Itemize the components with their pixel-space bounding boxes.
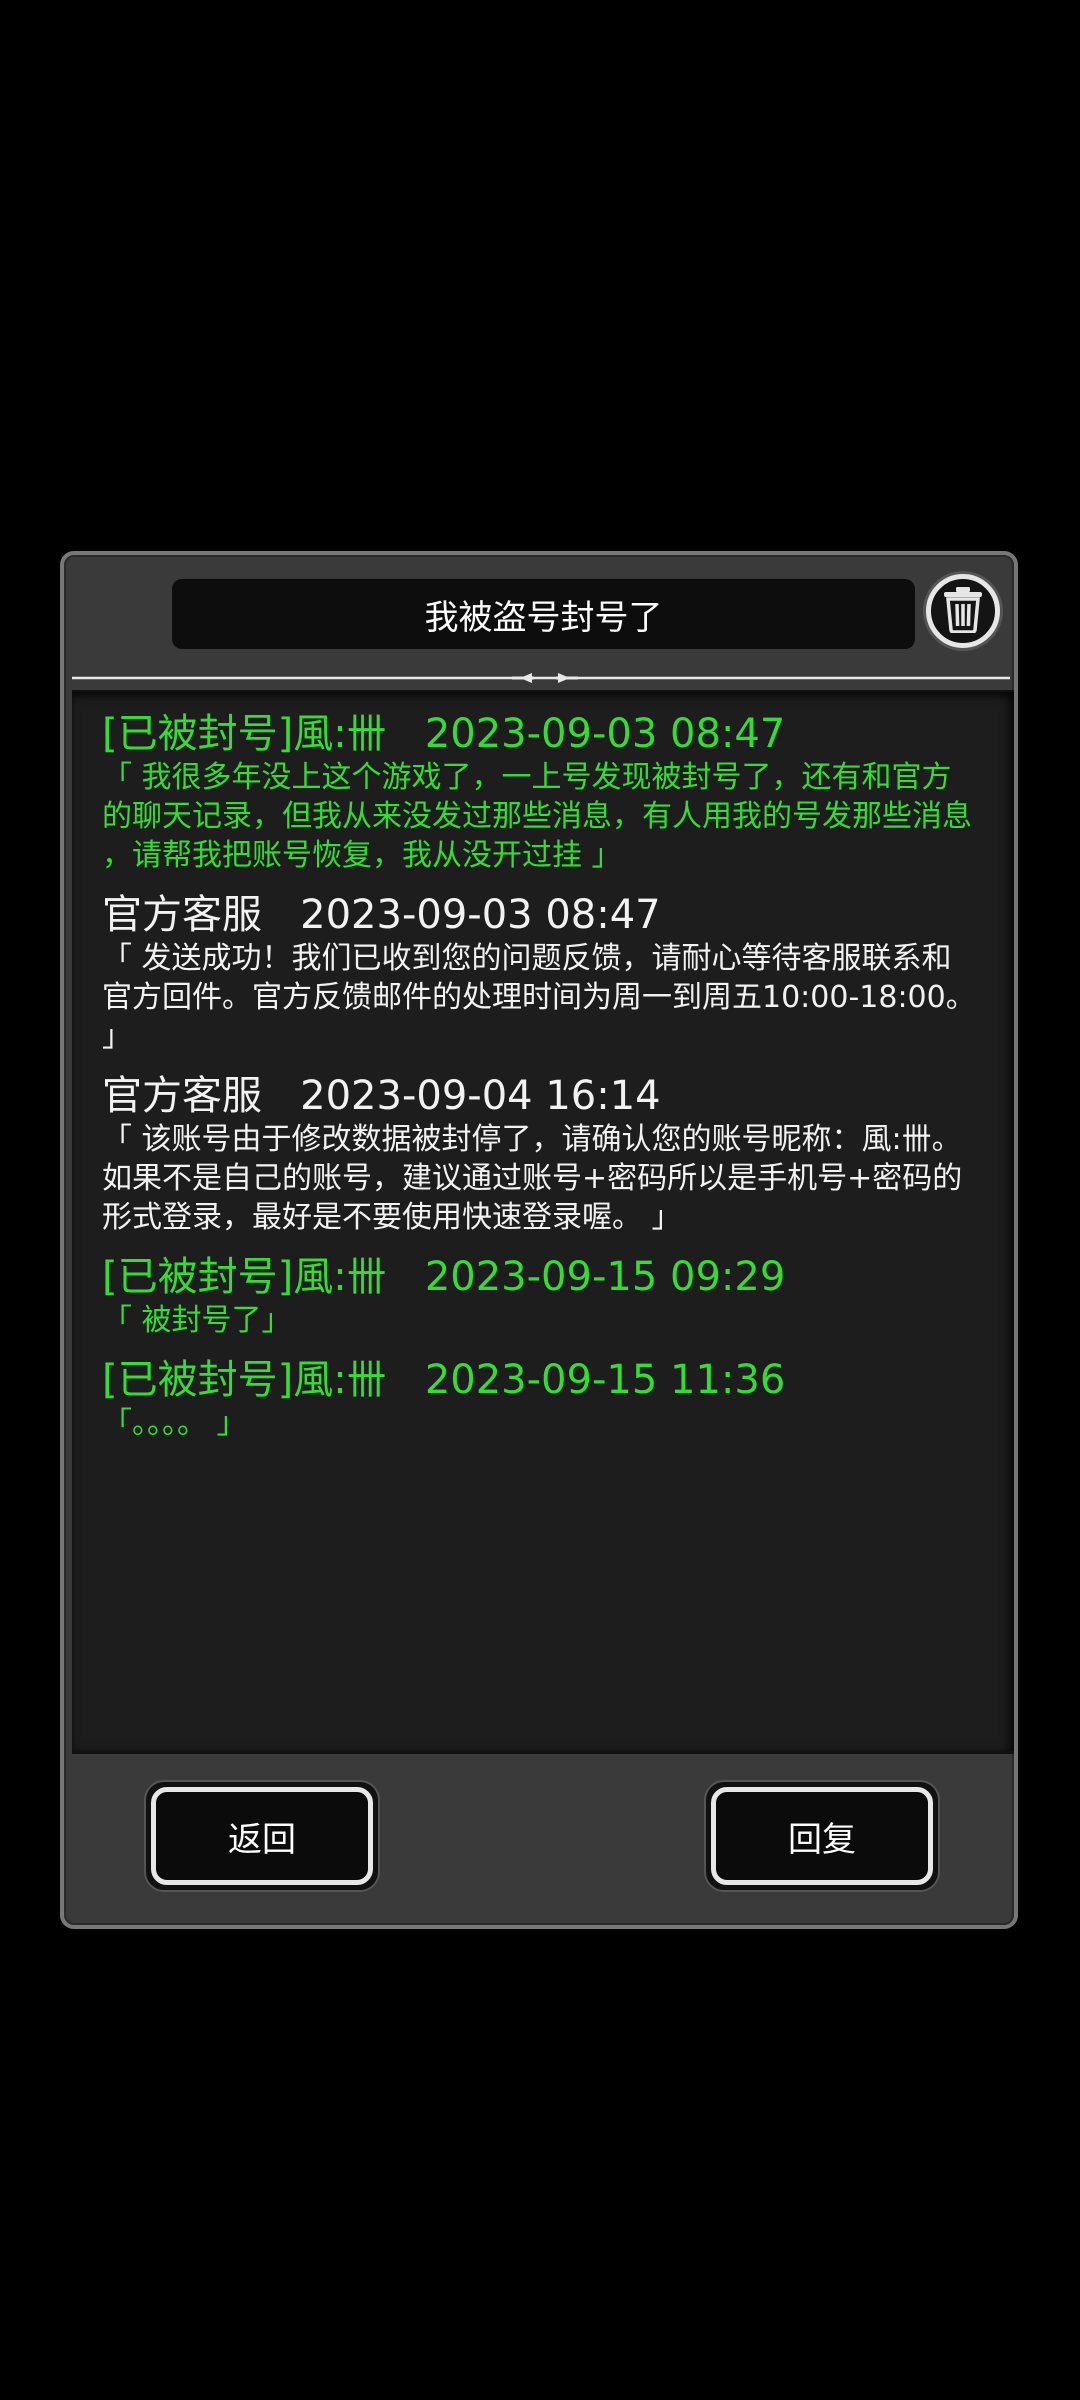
message-item: 官方客服 2023-09-04 16:14 「 该账号由于修改数据被封停了，请确…	[102, 1072, 1014, 1237]
message-body: 「 被封号了」	[102, 1303, 292, 1338]
mail-dialog: 我被盗号封号了 [已被封号]風:卌 2023-09-03 08:47 「 我很多…	[60, 551, 1018, 1929]
back-button[interactable]: 返回	[151, 1787, 373, 1885]
message-body: 「 我很多年没上这个游戏了，一上号发现被封号了，还有和官方 的聊天记录，但我从来…	[102, 760, 972, 873]
message-item: [已被封号]風:卌 2023-09-03 08:47 「 我很多年没上这个游戏了…	[102, 710, 1014, 875]
reply-button-frame: 回复	[704, 1780, 940, 1892]
back-button-frame: 返回	[144, 1780, 380, 1892]
dialog-title: 我被盗号封号了	[172, 579, 915, 649]
reply-button[interactable]: 回复	[711, 1787, 933, 1885]
message-header: 官方客服 2023-09-03 08:47	[102, 892, 661, 938]
trash-icon	[940, 585, 986, 637]
message-header: [已被封号]風:卌 2023-09-15 09:29	[102, 1254, 786, 1300]
delete-button[interactable]	[926, 574, 1000, 648]
message-header: [已被封号]風:卌 2023-09-03 08:47	[102, 711, 786, 757]
title-divider	[72, 672, 1010, 684]
message-header: 官方客服 2023-09-04 16:14	[102, 1073, 661, 1119]
message-item: 官方客服 2023-09-03 08:47 「 发送成功！我们已收到您的问题反馈…	[102, 891, 1014, 1056]
message-body: 「 发送成功！我们已收到您的问题反馈，请耐心等待客服联系和 官方回件。官方反馈邮…	[102, 941, 976, 1054]
message-item: [已被封号]風:卌 2023-09-15 09:29 「 被封号了」	[102, 1253, 1014, 1340]
message-body: 「。。。。 」	[102, 1406, 247, 1441]
message-list[interactable]: [已被封号]風:卌 2023-09-03 08:47 「 我很多年没上这个游戏了…	[72, 690, 1014, 1754]
message-body: 「 该账号由于修改数据被封停了，请确认您的账号昵称：風:卌。 如果不是自己的账号…	[102, 1122, 963, 1235]
message-header: [已被封号]風:卌 2023-09-15 11:36	[102, 1357, 786, 1403]
message-item: [已被封号]風:卌 2023-09-15 11:36 「。。。。 」	[102, 1356, 1014, 1443]
